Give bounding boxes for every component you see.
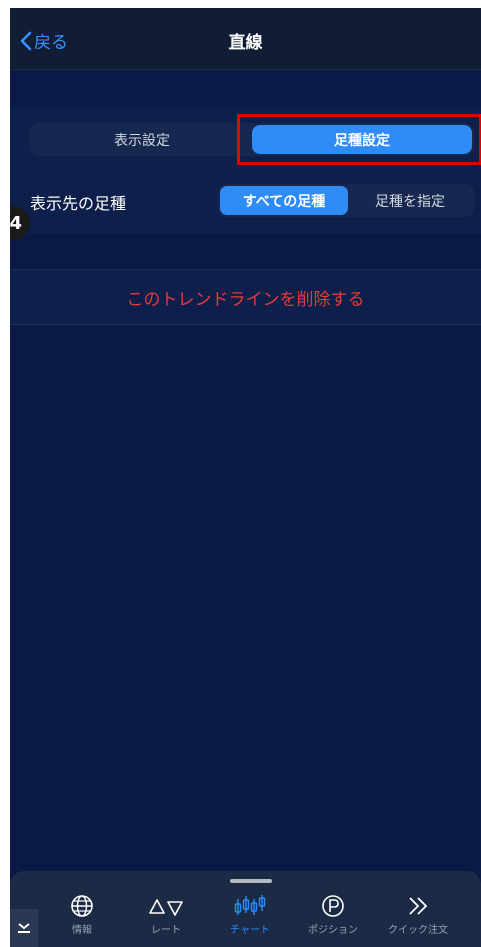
- spacer: [10, 70, 481, 106]
- tab-position-label: ポジション: [308, 925, 358, 936]
- timeframe-row-label: 表示先の足種: [30, 194, 127, 213]
- tab-rate[interactable]: レート: [128, 893, 204, 943]
- all-timeframes-option[interactable]: すべての足種: [220, 186, 348, 215]
- globe-icon: [71, 895, 93, 917]
- tab-rate-label: レート: [151, 925, 181, 936]
- tab-quick-order-label: クイック注文: [388, 925, 448, 936]
- p-circle-icon: [322, 895, 344, 917]
- bottom-tab-bar: 情報 レート チャート ポジション クイック注文: [10, 871, 481, 947]
- drag-handle[interactable]: [230, 879, 272, 883]
- timeframe-segmented-control: すべての足種 足種を指定: [218, 184, 474, 217]
- tab-chart-label: チャート: [230, 925, 270, 936]
- double-chevron-icon: [409, 897, 428, 915]
- tab-info-label: 情報: [72, 925, 92, 936]
- up-down-triangle-icon: [149, 899, 183, 916]
- specify-timeframe-option[interactable]: 足種を指定: [348, 186, 472, 215]
- page-title: 直線: [228, 33, 263, 53]
- highlight-box: [237, 114, 481, 165]
- candlestick-icon: [234, 895, 266, 915]
- delete-trendline-button[interactable]: このトレンドラインを削除する: [127, 285, 365, 310]
- tab-position[interactable]: ポジション: [295, 893, 371, 943]
- tab-display-settings[interactable]: 表示設定: [32, 125, 252, 154]
- navigation-bar: 戻る 直線: [10, 8, 481, 70]
- collapse-button[interactable]: [10, 909, 38, 947]
- delete-row[interactable]: このトレンドラインを削除する: [10, 269, 481, 325]
- tab-chart[interactable]: チャート: [212, 893, 288, 943]
- tab-info[interactable]: 情報: [44, 893, 120, 943]
- chevron-down-bar-icon: [18, 923, 30, 933]
- tab-quick-order[interactable]: クイック注文: [380, 893, 456, 943]
- app-screen: 戻る 直線 表示設定 足種設定 表示先の足種 すべての足種 足種を指定 4 この…: [10, 8, 481, 947]
